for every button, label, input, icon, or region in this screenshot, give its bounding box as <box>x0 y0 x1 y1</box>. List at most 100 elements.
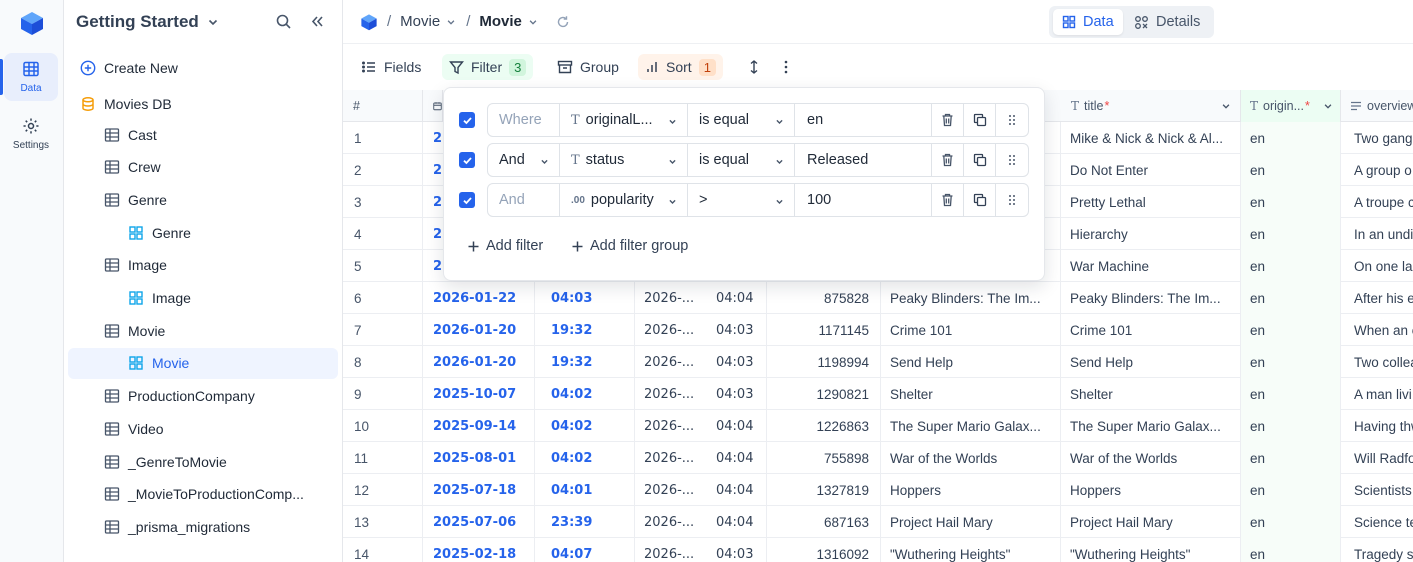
created-time-cell[interactable]: 04:03 <box>535 282 635 314</box>
original-title-cell[interactable]: Shelter <box>881 378 1061 410</box>
original-title-cell[interactable]: Hoppers <box>881 474 1061 506</box>
header-title[interactable]: T title * <box>1061 90 1241 122</box>
filter-value-input[interactable]: 100 <box>795 184 932 216</box>
reload-icon[interactable] <box>556 15 570 29</box>
row-height-button[interactable] <box>741 54 767 80</box>
created-date-cell[interactable]: 2025-07-06 <box>423 506 535 538</box>
original-language-cell[interactable]: en <box>1241 442 1341 474</box>
overview-cell[interactable]: When an e <box>1341 314 1413 346</box>
title-cell[interactable]: Crime 101 <box>1061 314 1241 346</box>
drag-handle[interactable] <box>996 104 1028 136</box>
title-cell[interactable]: Hoppers <box>1061 474 1241 506</box>
updated-at-cell[interactable]: 2026-... 04:03 <box>635 538 767 562</box>
drag-handle[interactable] <box>996 144 1028 176</box>
updated-at-cell[interactable]: 2026-... 04:03 <box>635 346 767 378</box>
original-title-cell[interactable]: Project Hail Mary <box>881 506 1061 538</box>
created-date-cell[interactable]: 2025-08-01 <box>423 442 535 474</box>
tmdb-id-cell[interactable]: 1198994 <box>767 346 881 378</box>
filter-field-select[interactable]: ToriginalL... <box>560 104 688 136</box>
title-cell[interactable]: "Wuthering Heights" <box>1061 538 1241 562</box>
database-item[interactable]: Movies DB <box>68 88 338 119</box>
original-language-cell[interactable]: en <box>1241 378 1341 410</box>
original-language-cell[interactable]: en <box>1241 218 1341 250</box>
table-row[interactable]: 14 2025-02-18 04:07 2026-... 04:03 1316092 "Wu… <box>343 538 1413 562</box>
sidebar-item-view[interactable]: Image <box>68 283 338 314</box>
original-language-cell[interactable]: en <box>1241 186 1341 218</box>
delete-filter-button[interactable] <box>932 144 964 176</box>
rail-data-button[interactable]: Data <box>0 53 58 101</box>
title-cell[interactable]: The Super Mario Galax... <box>1061 410 1241 442</box>
filter-conjunction[interactable]: And <box>488 144 560 176</box>
created-date-cell[interactable]: 2026-01-20 <box>423 346 535 378</box>
original-language-cell[interactable]: en <box>1241 410 1341 442</box>
created-time-cell[interactable]: 04:02 <box>535 442 635 474</box>
sidebar-item-view[interactable]: Genre <box>68 217 338 248</box>
delete-filter-button[interactable] <box>932 104 964 136</box>
header-overview[interactable]: overview <box>1341 90 1413 122</box>
filter-button[interactable]: Filter 3 <box>442 54 534 80</box>
filter-enabled-checkbox[interactable] <box>459 192 475 208</box>
original-language-cell[interactable]: en <box>1241 154 1341 186</box>
workspace-switcher[interactable]: Getting Started <box>76 0 219 44</box>
table-row[interactable]: 9 2025-10-07 04:02 2026-... 04:03 1290821 Shel… <box>343 378 1413 410</box>
created-time-cell[interactable]: 19:32 <box>535 314 635 346</box>
breadcrumb-view[interactable]: Movie <box>479 13 538 30</box>
sidebar-item-table[interactable]: Image <box>68 250 338 281</box>
filter-value-input[interactable]: en <box>795 104 932 136</box>
sidebar-item-table[interactable]: Video <box>68 413 338 444</box>
original-language-cell[interactable]: en <box>1241 282 1341 314</box>
sidebar-item-table[interactable]: _GenreToMovie <box>68 446 338 477</box>
sidebar-item-table[interactable]: _prisma_migrations <box>68 511 338 542</box>
filter-operator-select[interactable]: > <box>688 184 795 216</box>
app-logo[interactable] <box>19 10 45 36</box>
original-language-cell[interactable]: en <box>1241 538 1341 562</box>
add-filter-button[interactable]: Add filter <box>467 238 543 254</box>
tmdb-id-cell[interactable]: 1290821 <box>767 378 881 410</box>
title-cell[interactable]: Pretty Lethal <box>1061 186 1241 218</box>
updated-at-cell[interactable]: 2026-... 04:04 <box>635 282 767 314</box>
updated-at-cell[interactable]: 2026-... 04:04 <box>635 474 767 506</box>
filter-enabled-checkbox[interactable] <box>459 152 475 168</box>
overview-cell[interactable]: A man livi <box>1341 378 1413 410</box>
overview-cell[interactable]: Two collea <box>1341 346 1413 378</box>
filter-field-select[interactable]: .00 popularity <box>560 184 688 216</box>
sidebar-collapse-button[interactable] <box>309 13 326 30</box>
created-time-cell[interactable]: 04:01 <box>535 474 635 506</box>
created-date-cell[interactable]: 2025-09-14 <box>423 410 535 442</box>
updated-at-cell[interactable]: 2026-... 04:03 <box>635 378 767 410</box>
tmdb-id-cell[interactable]: 687163 <box>767 506 881 538</box>
updated-at-cell[interactable]: 2026-... 04:04 <box>635 442 767 474</box>
header-created-at[interactable] <box>423 90 443 122</box>
table-row[interactable]: 8 2026-01-20 19:32 2026-... 04:03 1198994 Send… <box>343 346 1413 378</box>
title-cell[interactable]: Send Help <box>1061 346 1241 378</box>
original-title-cell[interactable]: Peaky Blinders: The Im... <box>881 282 1061 314</box>
table-row[interactable]: 12 2025-07-18 04:01 2026-... 04:04 1327819 Hop… <box>343 474 1413 506</box>
original-title-cell[interactable]: "Wuthering Heights" <box>881 538 1061 562</box>
updated-at-cell[interactable]: 2026-... 04:04 <box>635 506 767 538</box>
sidebar-item-table[interactable]: Genre <box>68 184 338 215</box>
overview-cell[interactable]: Scientists <box>1341 474 1413 506</box>
original-title-cell[interactable]: The Super Mario Galax... <box>881 410 1061 442</box>
overview-cell[interactable]: On one las <box>1341 250 1413 282</box>
fields-button[interactable]: Fields <box>354 54 428 80</box>
updated-at-cell[interactable]: 2026-... 04:03 <box>635 314 767 346</box>
original-language-cell[interactable]: en <box>1241 314 1341 346</box>
overview-cell[interactable]: After his e <box>1341 282 1413 314</box>
title-cell[interactable]: Mike & Nick & Nick & Al... <box>1061 122 1241 154</box>
overview-cell[interactable]: Tragedy s <box>1341 538 1413 562</box>
filter-operator-select[interactable]: is equal <box>688 104 795 136</box>
sidebar-item-table[interactable]: Movie <box>68 315 338 346</box>
filter-field-select[interactable]: Tstatus <box>560 144 688 176</box>
filter-operator-select[interactable]: is equal <box>688 144 795 176</box>
tmdb-id-cell[interactable]: 1316092 <box>767 538 881 562</box>
delete-filter-button[interactable] <box>932 184 964 216</box>
overview-cell[interactable]: In an undi <box>1341 218 1413 250</box>
sidebar-item-view[interactable]: Movie <box>68 347 338 379</box>
created-date-cell[interactable]: 2025-07-18 <box>423 474 535 506</box>
table-row[interactable]: 11 2025-08-01 04:02 2026-... 04:04 755898 War … <box>343 442 1413 474</box>
tmdb-id-cell[interactable]: 755898 <box>767 442 881 474</box>
original-title-cell[interactable]: War of the Worlds <box>881 442 1061 474</box>
original-title-cell[interactable]: Crime 101 <box>881 314 1061 346</box>
overview-cell[interactable]: A troupe c <box>1341 186 1413 218</box>
title-cell[interactable]: War of the Worlds <box>1061 442 1241 474</box>
